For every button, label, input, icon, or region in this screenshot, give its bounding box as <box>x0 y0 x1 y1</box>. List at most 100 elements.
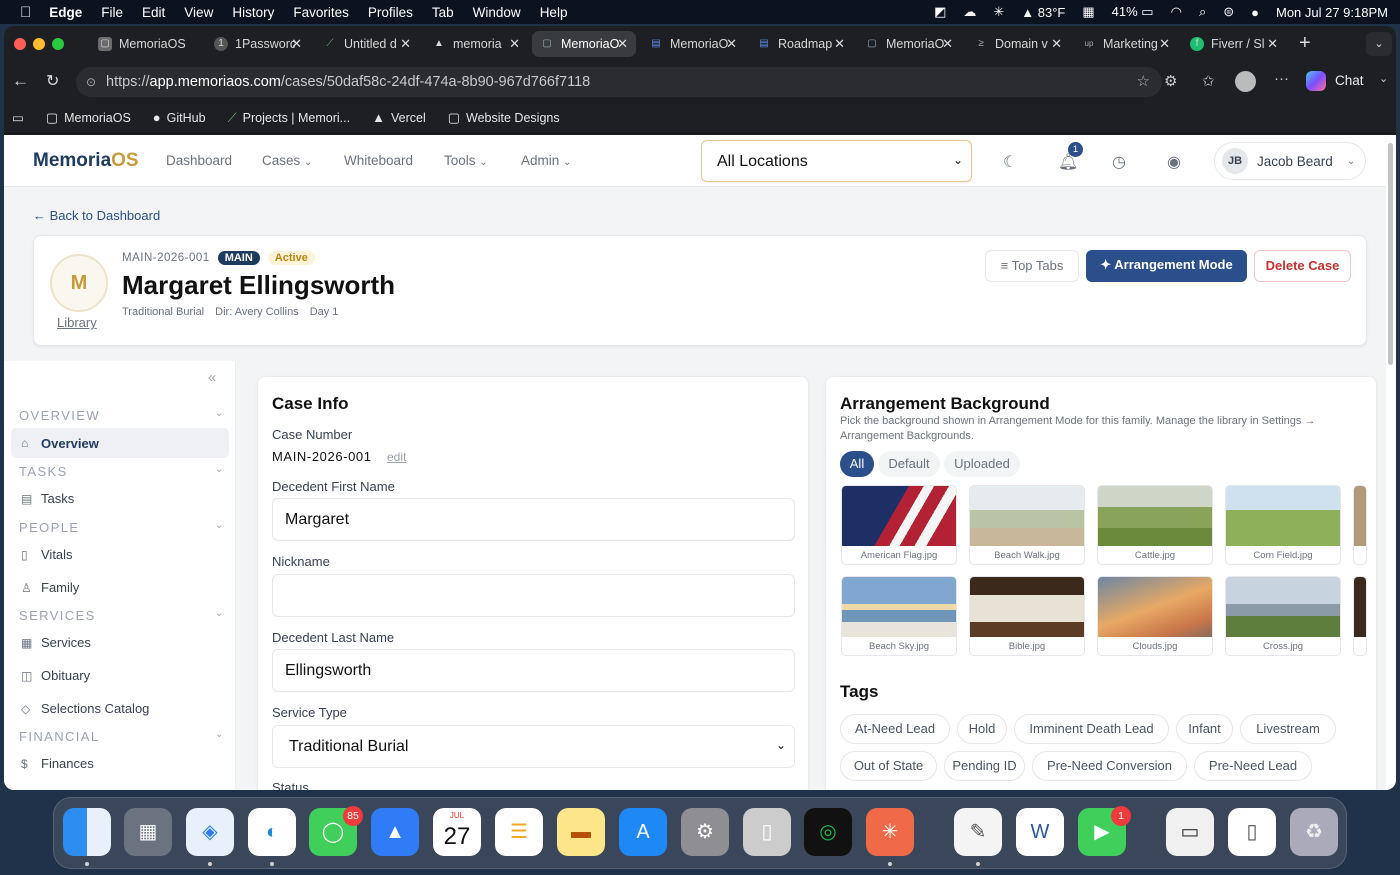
service-type-select[interactable]: Traditional Burial ⌄ <box>272 725 795 768</box>
layout-icon[interactable]: ▦ <box>1082 4 1094 20</box>
bg-thumb-beach-walk[interactable]: Beach Walk.jpg <box>969 485 1085 565</box>
menu-view[interactable]: View <box>184 5 213 20</box>
tab-0[interactable]: ▢ MemoriaOS <box>90 31 202 57</box>
tab-6[interactable]: ▤ Roadmap ✕ <box>749 31 853 57</box>
nickname-input[interactable] <box>272 574 795 617</box>
zoom-window-button[interactable] <box>52 38 64 50</box>
delete-case-button[interactable]: Delete Case <box>1254 250 1351 282</box>
siri-icon[interactable]: ● <box>1251 5 1259 20</box>
bg-thumb-american-flag[interactable]: American Flag.jpg <box>841 485 957 565</box>
favorites-icon[interactable]: ✩ <box>1202 72 1215 90</box>
app-logo[interactable]: MemoriaOS <box>33 150 139 172</box>
user-menu[interactable]: JB Jacob Beard ⌄ <box>1214 142 1366 180</box>
nav-tools[interactable]: Tools ⌄ <box>444 153 488 168</box>
spotlight-icon[interactable]: ⌕ <box>1199 4 1206 20</box>
nav-whiteboard[interactable]: Whiteboard <box>344 153 413 168</box>
tab-7[interactable]: ▢ MemoriaO ✕ <box>857 31 961 57</box>
weather-readout[interactable]: ▲ 83°F <box>1021 5 1065 20</box>
control-center-icon[interactable]: ⊜ <box>1223 4 1234 20</box>
section-financial[interactable]: FINANCIAL ⌄ <box>19 729 223 744</box>
spotify-icon[interactable]: ◎ <box>804 808 852 856</box>
sidebar-item-selections-catalog[interactable]: ◇ Selections Catalog <box>21 701 149 716</box>
menubar-app-name[interactable]: Edge <box>49 5 82 20</box>
bg-thumb-clouds[interactable]: Clouds.jpg <box>1097 576 1213 656</box>
tab-4-active[interactable]: ▢ MemoriaO ✕ <box>532 31 636 57</box>
nav-dashboard[interactable]: Dashboard <box>166 153 232 168</box>
last-name-input[interactable]: Ellingsworth <box>272 649 795 692</box>
tag-at-need-lead[interactable]: At-Need Lead <box>840 714 950 744</box>
library-link[interactable]: Library <box>57 315 97 330</box>
close-tab-icon[interactable]: ✕ <box>942 36 953 52</box>
safari-icon[interactable]: ◈ <box>186 808 234 856</box>
page-scrollbar[interactable] <box>1386 135 1396 790</box>
tag-pre-need-conversion[interactable]: Pre-Need Conversion <box>1032 751 1187 781</box>
tab-1[interactable]: 1 1Password ✕ <box>206 31 310 57</box>
sidebar-item-tasks[interactable]: ▤ Tasks <box>21 491 74 506</box>
collapse-sidebar-icon[interactable]: « <box>208 369 216 386</box>
tag-pending-id[interactable]: Pending ID <box>944 751 1025 781</box>
scanned-document-icon[interactable]: ▭ <box>1166 808 1214 856</box>
filter-default[interactable]: Default <box>878 451 940 477</box>
edit-case-number-link[interactable]: edit <box>387 450 406 464</box>
menu-edit[interactable]: Edit <box>142 5 165 20</box>
tab-5[interactable]: ▤ MemoriaO ✕ <box>641 31 745 57</box>
top-tabs-button[interactable]: ≡ Top Tabs <box>985 250 1079 282</box>
close-tab-icon[interactable]: ✕ <box>291 36 302 52</box>
app-store-icon[interactable]: A <box>619 808 667 856</box>
menu-help[interactable]: Help <box>540 5 568 20</box>
apple-icon[interactable]:  <box>20 4 31 21</box>
favorite-star-icon[interactable]: ☆ <box>1137 67 1150 97</box>
bg-thumb-corn-field[interactable]: Corn Field.jpg <box>1225 485 1341 565</box>
menu-file[interactable]: File <box>101 5 123 20</box>
bg-thumb-bible[interactable]: Bible.jpg <box>969 576 1085 656</box>
tag-livestream[interactable]: Livestream <box>1240 714 1336 744</box>
reminders-icon[interactable]: ☰ <box>495 808 543 856</box>
more-menu-icon[interactable]: ··· <box>1274 70 1289 87</box>
tab-9[interactable]: up Marketing ✕ <box>1074 31 1178 57</box>
sidebar-item-overview[interactable]: ⌂ Overview <box>11 428 229 458</box>
section-people[interactable]: PEOPLE ⌄ <box>19 520 223 535</box>
menu-window[interactable]: Window <box>473 5 521 20</box>
menu-tab[interactable]: Tab <box>432 5 454 20</box>
section-tasks[interactable]: TASKS ⌄ <box>19 464 223 479</box>
tab-actions-chevron-icon[interactable]: ⌄ <box>1366 32 1392 56</box>
wifi-icon[interactable]: ◠ <box>1171 4 1182 20</box>
status-icon[interactable]: ◩ <box>934 4 946 20</box>
close-tab-icon[interactable]: ✕ <box>617 36 628 52</box>
bg-thumb-more[interactable] <box>1353 485 1367 565</box>
testflight-icon[interactable]: ▲ <box>371 808 419 856</box>
bg-thumb-cross[interactable]: Cross.jpg <box>1225 576 1341 656</box>
bg-thumb-cattle[interactable]: Cattle.jpg <box>1097 485 1213 565</box>
section-overview[interactable]: OVERVIEW ⌄ <box>19 408 223 423</box>
new-tab-button[interactable]: + <box>1299 32 1311 55</box>
reload-icon[interactable]: ↻ <box>46 71 59 91</box>
copilot-icon[interactable] <box>1306 71 1326 91</box>
sidebar-item-finances[interactable]: $ Finances <box>21 756 94 771</box>
bookmark-website-designs[interactable]: ▢ Website Designs <box>448 110 560 126</box>
menu-history[interactable]: History <box>232 5 274 20</box>
scrollbar-thumb[interactable] <box>1388 143 1393 365</box>
sidebar-item-vitals[interactable]: ▯ Vitals <box>21 547 73 562</box>
extensions-icon[interactable]: ⚙ <box>1164 72 1177 90</box>
menu-favorites[interactable]: Favorites <box>293 5 349 20</box>
tab-8[interactable]: ≥ Domain v ✕ <box>966 31 1070 57</box>
bg-thumb-beach-sky[interactable]: Beach Sky.jpg <box>841 576 957 656</box>
finder-icon[interactable] <box>63 808 111 856</box>
sidebar-item-family[interactable]: ♙ Family <box>21 580 79 595</box>
tag-imminent-death-lead[interactable]: Imminent Death Lead <box>1014 714 1169 744</box>
sparkle-status-icon[interactable]: ✳ <box>993 4 1004 20</box>
calendar-icon[interactable]: JUL 27 <box>433 808 481 856</box>
textedit-icon[interactable]: ✎ <box>954 808 1002 856</box>
edge-icon[interactable]: ◐ <box>248 808 296 856</box>
first-name-input[interactable]: Margaret <box>272 498 795 541</box>
filter-uploaded[interactable]: Uploaded <box>944 451 1020 477</box>
close-tab-icon[interactable]: ✕ <box>509 36 520 52</box>
tag-hold[interactable]: Hold <box>957 714 1007 744</box>
camera-icon[interactable]: ◉ <box>1167 152 1181 172</box>
notes-icon[interactable]: ▬ <box>557 808 605 856</box>
arrangement-mode-button[interactable]: ✦ Arrangement Mode <box>1086 250 1247 282</box>
claude-icon[interactable]: ✳ <box>866 808 914 856</box>
url-input[interactable]: ⊙ https://app.memoriaos.com/cases/50daf5… <box>76 67 1162 97</box>
launchpad-icon[interactable]: ▦ <box>124 808 172 856</box>
tag-pre-need-lead[interactable]: Pre-Need Lead <box>1194 751 1312 781</box>
